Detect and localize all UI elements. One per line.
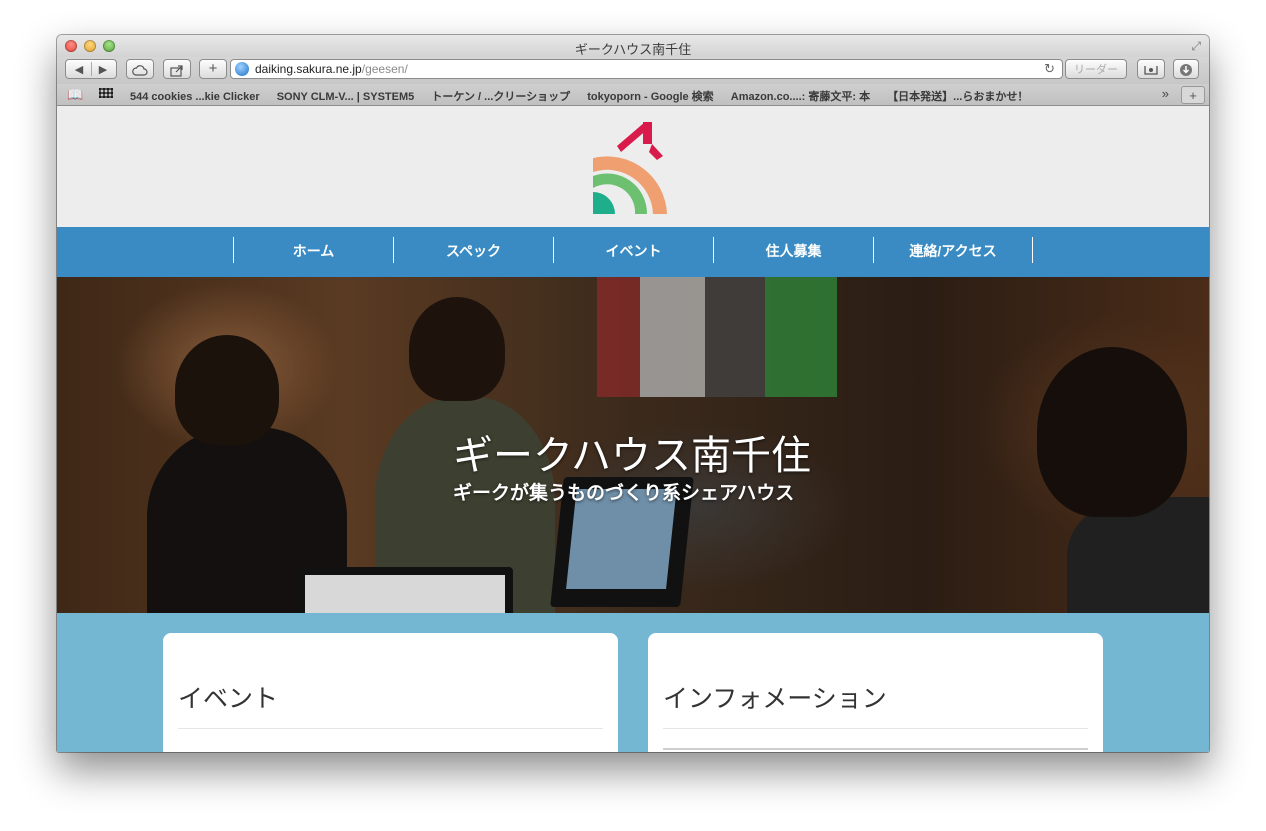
hero-photo-clothes xyxy=(597,277,837,397)
bookmark-item[interactable]: トーケン / ...クリーショップ xyxy=(431,91,570,103)
divider xyxy=(663,728,1088,729)
hero-subtitle: ギークが集うものづくり系シェアハウス xyxy=(453,483,795,504)
downloads-button[interactable] xyxy=(1173,59,1199,79)
forward-button[interactable]: ▶ xyxy=(91,60,115,80)
main-navigation: ホーム スペック イベント 住人募集 連絡/アクセス xyxy=(57,227,1209,277)
reload-icon[interactable]: ↻ xyxy=(1044,61,1055,77)
sidebar-button[interactable] xyxy=(1137,59,1165,79)
globe-icon xyxy=(235,62,249,76)
browser-window: ギークハウス南千住 ⤢ ◀ ▶ + daiking.sakura.ne.jp/ge… xyxy=(57,35,1209,752)
share-icon xyxy=(170,65,183,77)
add-bookmark-button[interactable]: + xyxy=(199,59,227,79)
bookmark-items: 544 cookies ...kie Clicker SONY CLM-V...… xyxy=(130,88,1042,104)
geekhouse-logo-icon[interactable] xyxy=(579,118,689,216)
bookmarks-bar: 📖 544 cookies ...kie Clicker SONY CLM-V.… xyxy=(57,84,1209,106)
back-button[interactable]: ◀ xyxy=(67,60,91,80)
hero-banner: ギークハウス南千住 ギークが集うものづくり系シェアハウス xyxy=(57,277,1209,613)
fullscreen-icon[interactable]: ⤢ xyxy=(1191,39,1201,54)
hero-title: ギークハウス南千住 xyxy=(453,434,811,478)
window-title: ギークハウス南千住 xyxy=(574,42,692,57)
download-icon xyxy=(1180,64,1192,76)
reader-button[interactable]: リーダー xyxy=(1065,59,1127,79)
top-sites-grid-icon[interactable] xyxy=(99,88,113,98)
share-button[interactable] xyxy=(163,59,191,79)
bookmark-item[interactable]: Amazon.co....: 寄藤文平: 本 xyxy=(731,91,870,103)
url-text: daiking.sakura.ne.jp/geesen/ xyxy=(255,62,408,76)
divider xyxy=(663,748,1088,750)
reading-list-book-icon[interactable]: 📖 xyxy=(67,87,83,103)
events-card-title: イベント xyxy=(178,685,279,713)
web-page: ホーム スペック イベント 住人募集 連絡/アクセス ギークハウス南千住 ギーク… xyxy=(57,106,1209,752)
events-card: イベント xyxy=(163,633,618,752)
nav-item-contact[interactable]: 連絡/アクセス xyxy=(873,237,1033,263)
bookmark-item[interactable]: tokyoporn - Google 検索 xyxy=(587,91,714,103)
nav-item-recruit[interactable]: 住人募集 xyxy=(713,237,873,263)
new-tab-button[interactable]: + xyxy=(1181,86,1205,104)
url-host: daiking.sakura.ne.jp xyxy=(255,62,362,76)
hero-photo-person xyxy=(175,335,279,445)
browser-toolbar: ◀ ▶ + daiking.sakura.ne.jp/geesen/ ↻ リーダー xyxy=(57,57,1209,84)
address-bar[interactable]: daiking.sakura.ne.jp/geesen/ ↻ xyxy=(230,59,1063,79)
divider xyxy=(178,728,603,729)
bookmark-item[interactable]: 544 cookies ...kie Clicker xyxy=(130,91,260,103)
more-bookmarks-button[interactable]: » xyxy=(1162,86,1169,101)
nav-item-event[interactable]: イベント xyxy=(553,237,713,263)
back-forward-buttons: ◀ ▶ xyxy=(65,59,117,79)
information-card: インフォメーション xyxy=(648,633,1103,752)
hero-photo-person xyxy=(409,297,505,401)
bookmark-item[interactable]: 【日本発送】...らおまかせ！ xyxy=(887,91,1028,103)
hero-photo-person xyxy=(1037,347,1187,517)
cloud-icon xyxy=(132,65,148,76)
content-area: イベント インフォメーション xyxy=(57,613,1209,752)
url-path: /geesen/ xyxy=(361,62,408,76)
site-header xyxy=(57,106,1209,227)
icloud-tabs-button[interactable] xyxy=(126,59,154,79)
hero-photo-laptop xyxy=(297,567,513,613)
information-card-title: インフォメーション xyxy=(663,685,887,713)
divider xyxy=(91,62,92,76)
nav-item-home[interactable]: ホーム xyxy=(233,237,393,263)
nav-item-spec[interactable]: スペック xyxy=(393,237,553,263)
title-bar: ギークハウス南千住 ⤢ xyxy=(57,35,1209,57)
reading-list-icon xyxy=(1144,66,1158,75)
bookmark-item[interactable]: SONY CLM-V... | SYSTEM5 xyxy=(277,91,415,103)
